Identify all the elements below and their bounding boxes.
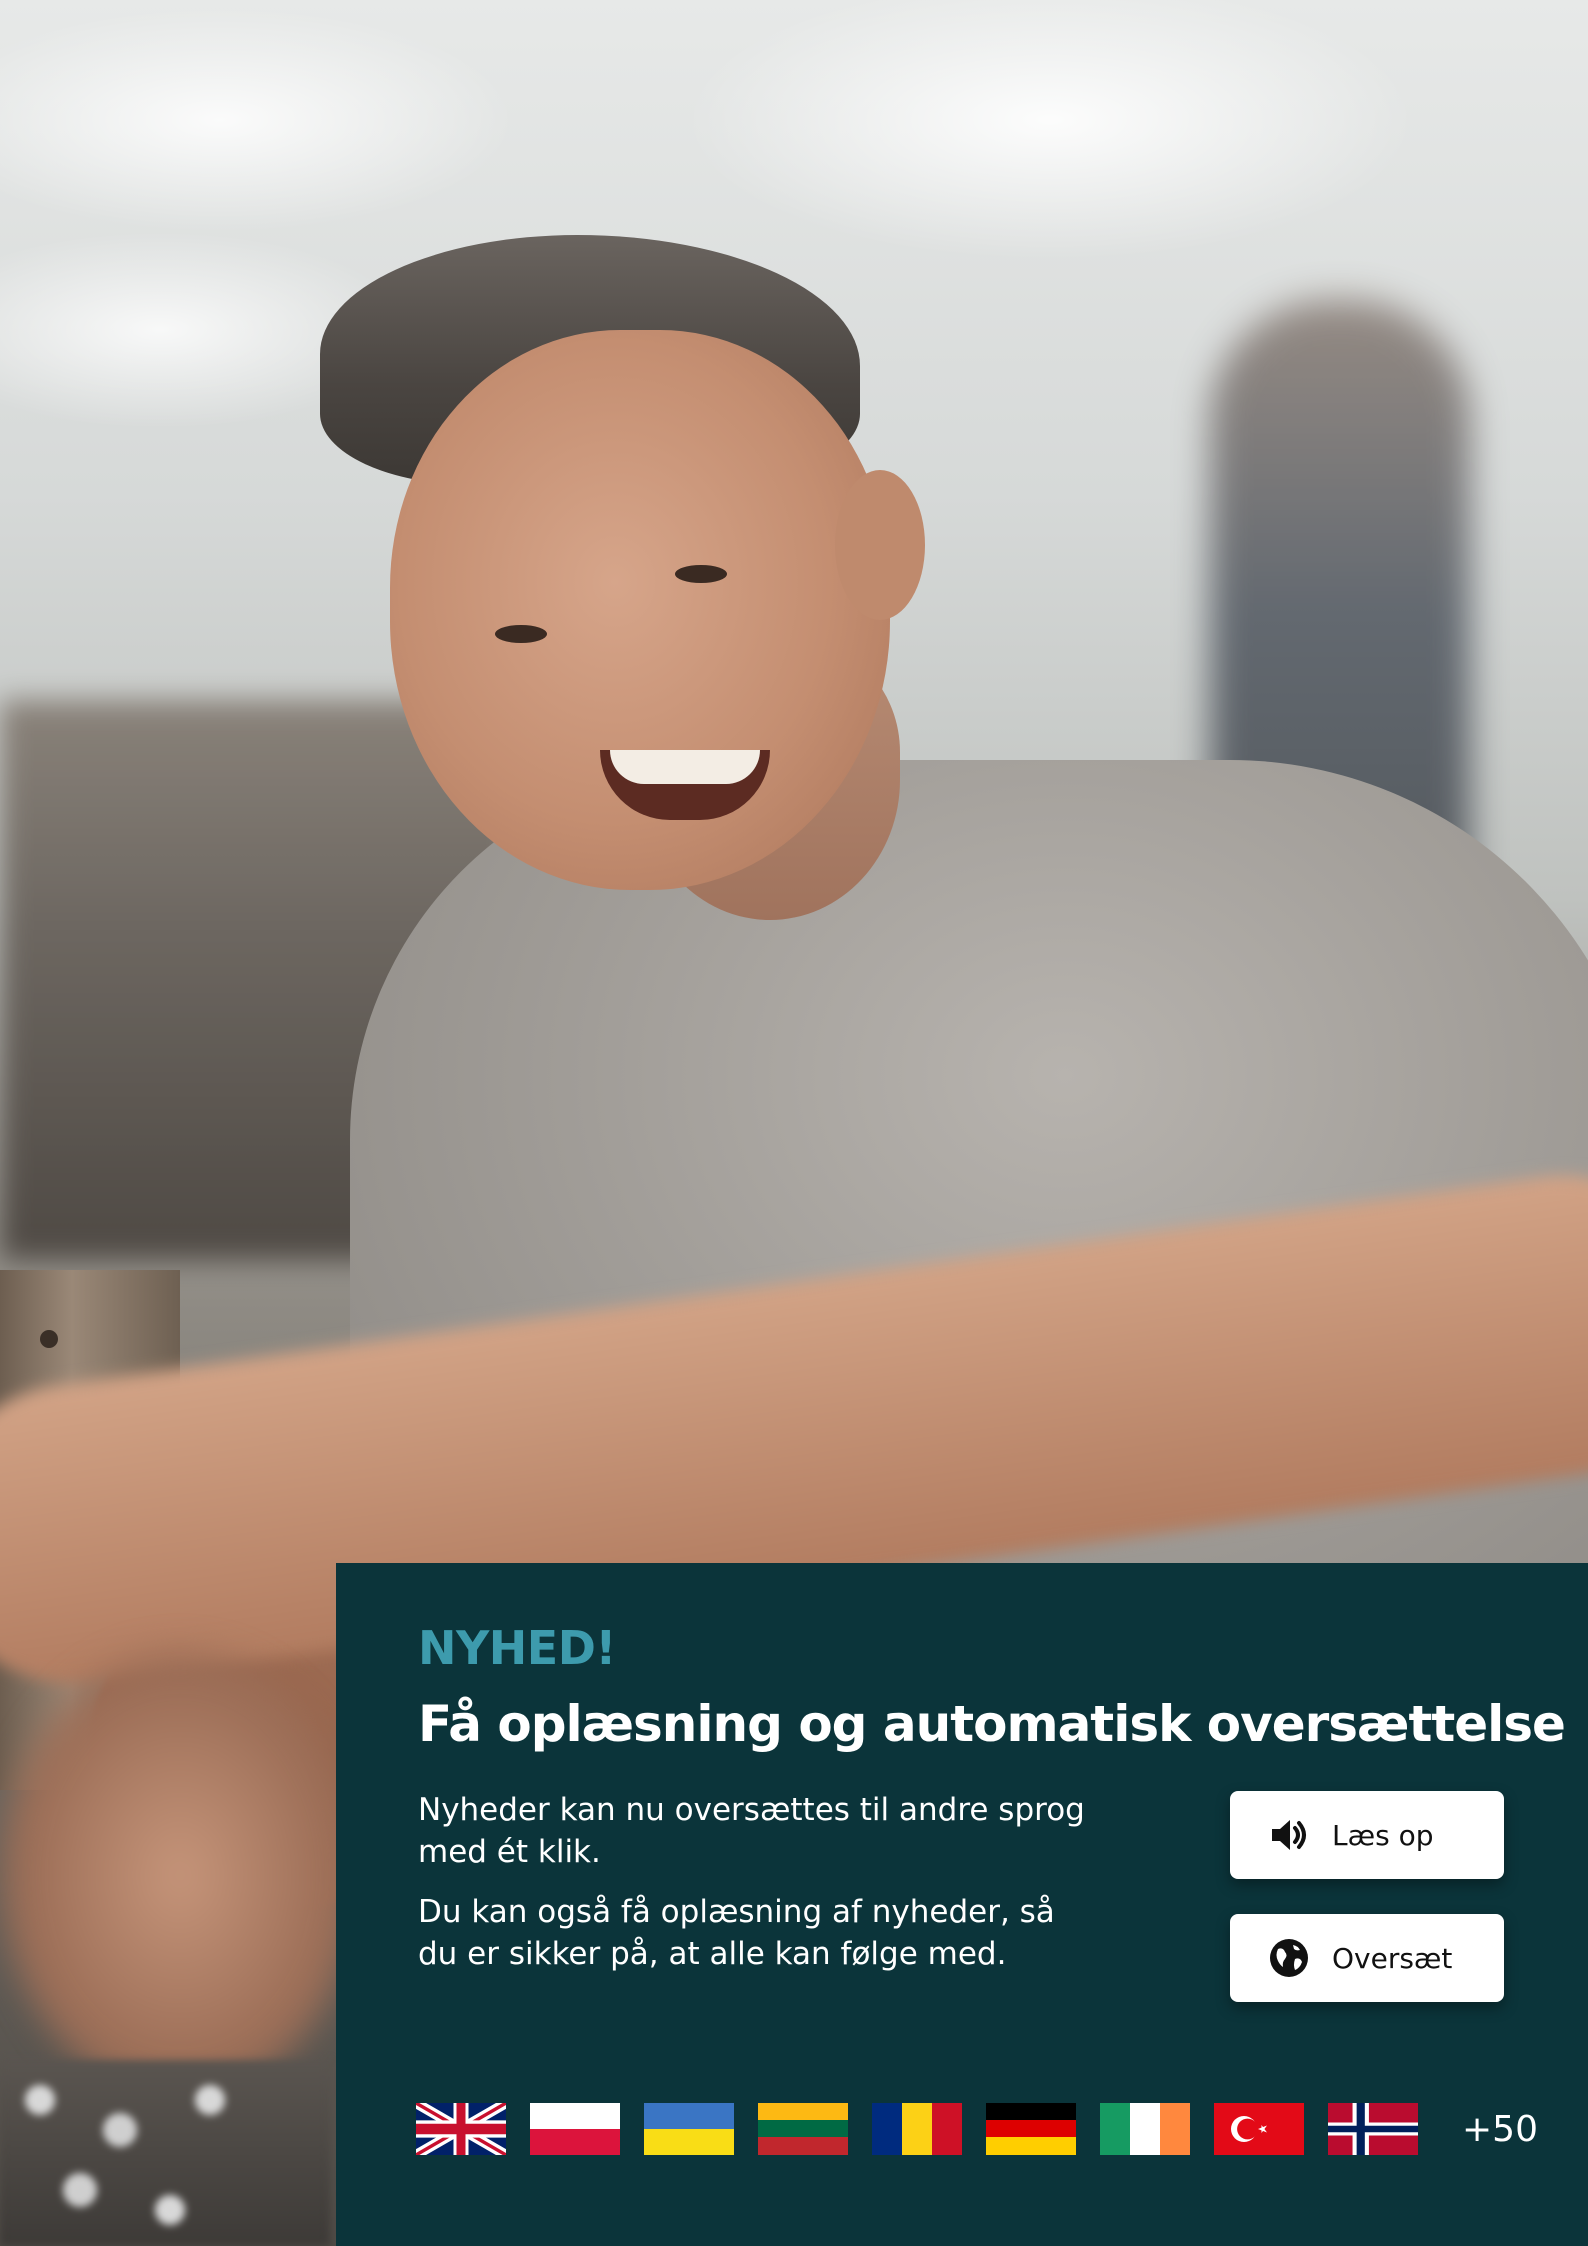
- germany-flag: [986, 2103, 1076, 2155]
- ireland-flag: [1100, 2103, 1190, 2155]
- lithuania-flag: [758, 2103, 848, 2155]
- right-eye: [675, 565, 727, 583]
- translate-button[interactable]: Oversæt: [1230, 1914, 1504, 2003]
- uk-flag: [416, 2103, 506, 2155]
- bolts-tray: [0, 2060, 330, 2246]
- read-aloud-button[interactable]: Læs op: [1230, 1791, 1504, 1880]
- globe-icon: [1268, 1937, 1310, 1979]
- romania-flag: [872, 2103, 962, 2155]
- new-badge: NYHED!: [418, 1621, 616, 1675]
- foreground-hand: [0, 1650, 360, 2100]
- feature-announcement-panel: NYHED! Få oplæsning og automatisk oversæ…: [336, 1563, 1588, 2246]
- translate-label: Oversæt: [1332, 1941, 1453, 1975]
- panel-body: Nyheder kan nu oversættes til andre spro…: [418, 1789, 1588, 2009]
- poland-flag: [530, 2103, 620, 2155]
- more-languages-count: +50: [1462, 2108, 1538, 2150]
- language-flags: +50: [416, 2103, 1538, 2155]
- description: Nyheder kan nu oversættes til andre spro…: [418, 1789, 1098, 1993]
- description-paragraph-1: Nyheder kan nu oversættes til andre spro…: [418, 1792, 1085, 1871]
- left-eye: [495, 625, 547, 643]
- read-aloud-label: Læs op: [1332, 1818, 1434, 1852]
- panel-title: Få oplæsning og automatisk oversættelse: [418, 1694, 1566, 1753]
- ear: [835, 470, 925, 620]
- norway-flag: [1328, 2103, 1418, 2155]
- turkey-flag: [1214, 2103, 1304, 2155]
- ukraine-flag: [644, 2103, 734, 2155]
- speaker-icon: [1268, 1814, 1310, 1856]
- description-paragraph-2: Du kan også få oplæsning af nyheder, så …: [418, 1894, 1055, 1973]
